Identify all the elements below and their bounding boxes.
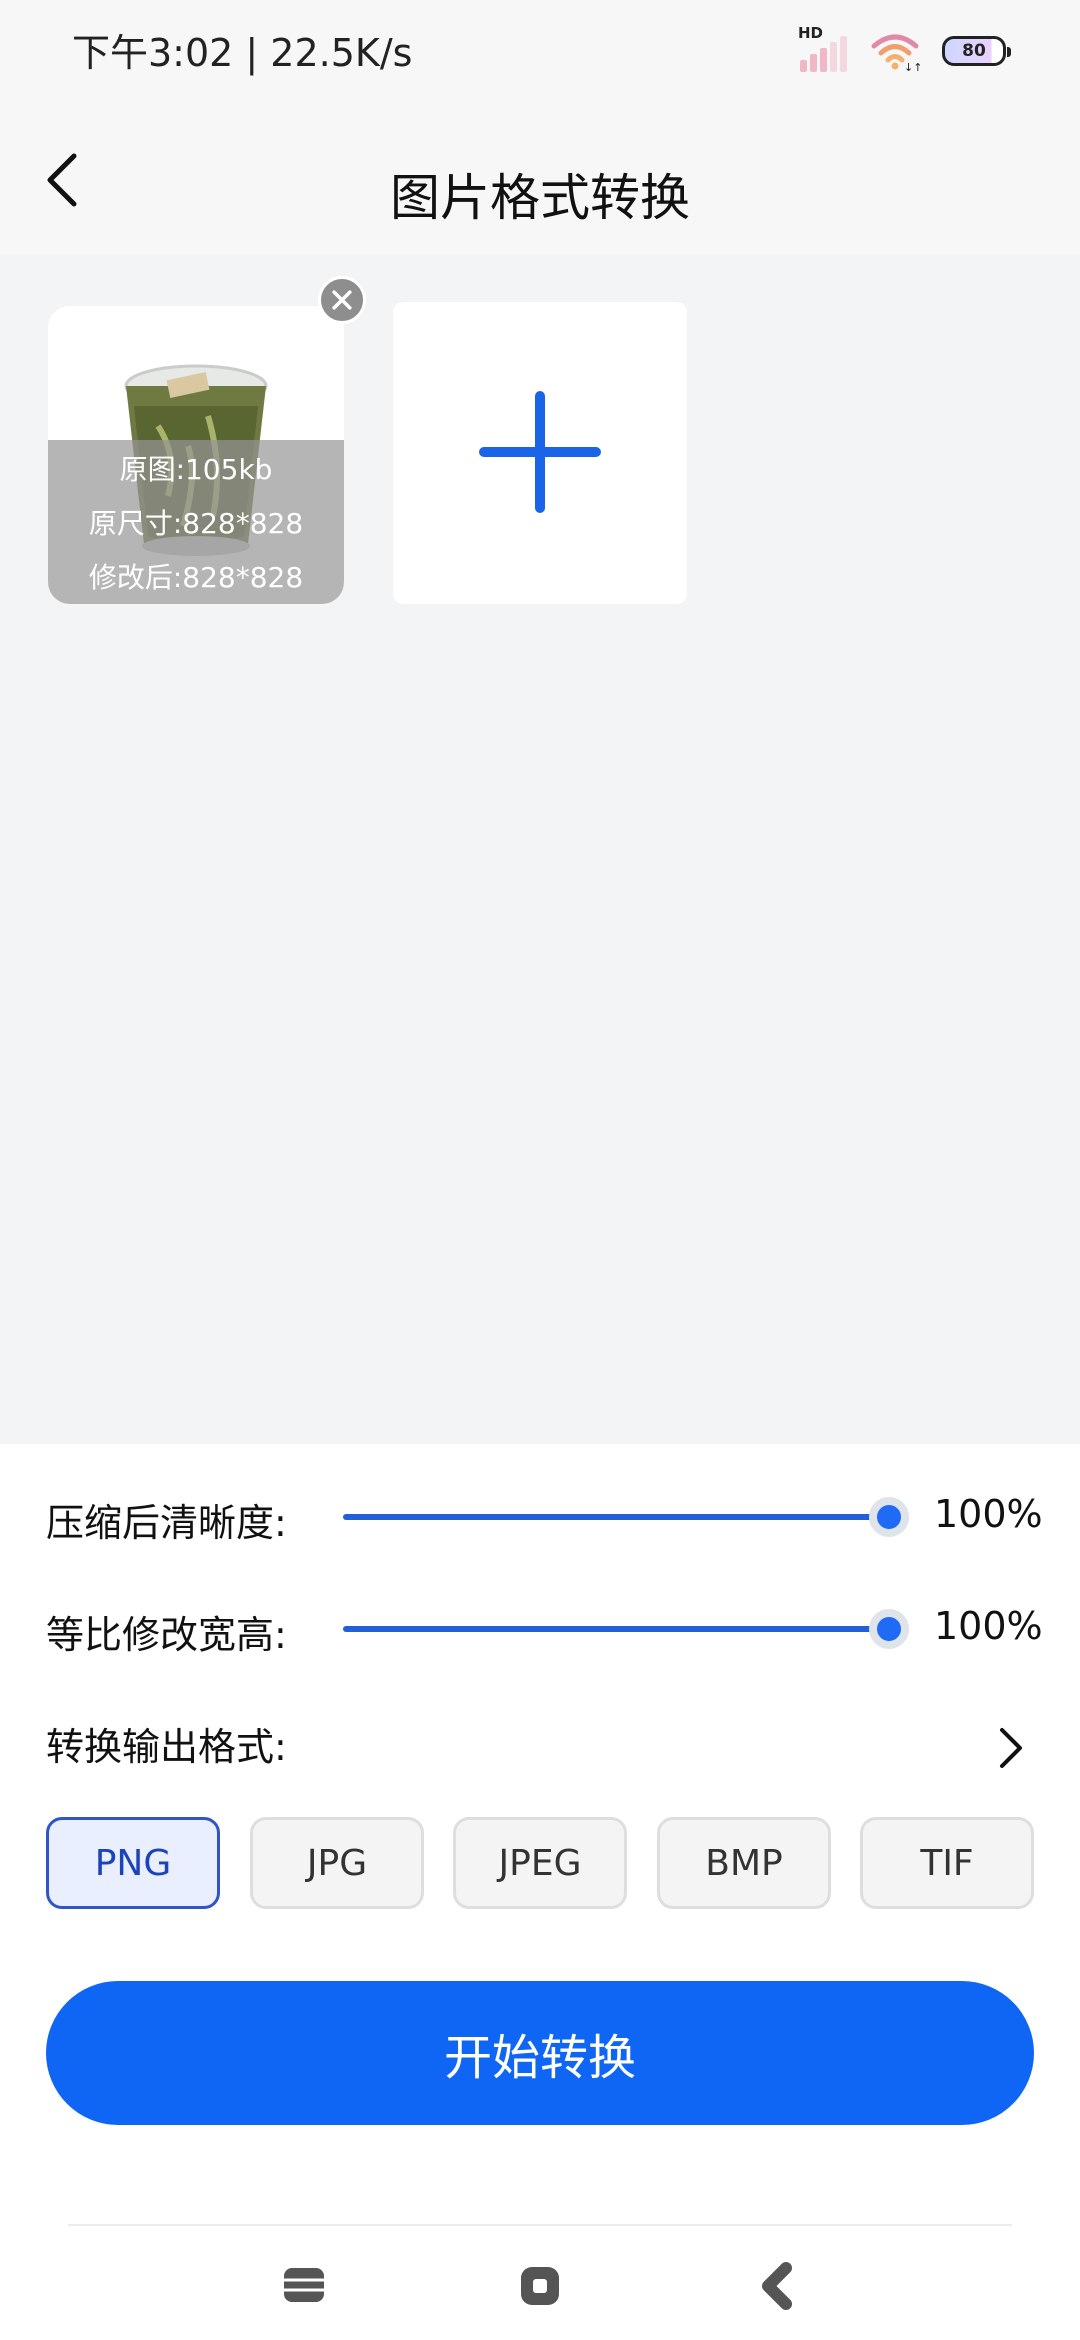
nav-bar: 图片格式转换	[0, 100, 1080, 254]
clarity-value: 100%	[934, 1492, 1043, 1536]
wifi-icon: ↓↑	[871, 34, 920, 72]
clarity-slider-track[interactable]	[343, 1514, 888, 1520]
format-option-jpeg[interactable]: JPEG	[453, 1817, 627, 1909]
add-image-button[interactable]	[393, 302, 687, 604]
hd-badge: HD	[798, 24, 824, 42]
status-icons: HD ↓↑ 80	[798, 24, 1011, 76]
original-dimensions-text: 原尺寸:828*828	[88, 507, 304, 540]
format-option-tif[interactable]: TIF	[860, 1817, 1034, 1909]
status-bar: 下午3:02 | 22.5K/s HD ↓↑ 80	[0, 0, 1080, 100]
scale-value: 100%	[934, 1604, 1043, 1648]
page-title: 图片格式转换	[390, 169, 690, 227]
chevron-right-icon[interactable]	[990, 1720, 1030, 1776]
status-time: 下午3:02 | 22.5K/s	[72, 31, 413, 75]
menu-icon[interactable]	[280, 2264, 328, 2306]
image-thumbnail-card[interactable]: 原图:105kb 原尺寸:828*828 修改后:828*828	[48, 306, 344, 604]
divider	[68, 2224, 1012, 2226]
battery-level: 80	[962, 41, 986, 61]
original-size-text: 原图:105kb	[119, 453, 273, 486]
clarity-slider-knob[interactable]	[869, 1497, 909, 1537]
settings-panel: 压缩后清晰度: 100% 等比修改宽高: 100% 转换输出格式: PNG JP…	[0, 1444, 1080, 2224]
image-list-area: 原图:105kb 原尺寸:828*828 修改后:828*828	[0, 254, 1080, 1444]
image-info: 原图:105kb 原尺寸:828*828 修改后:828*828	[48, 448, 344, 596]
scale-label: 等比修改宽高:	[46, 1613, 287, 1657]
home-icon[interactable]	[518, 2264, 562, 2308]
output-format-label: 转换输出格式:	[46, 1725, 287, 1769]
modified-dimensions-text: 修改后:828*828	[88, 561, 304, 594]
format-option-png[interactable]: PNG	[46, 1817, 220, 1909]
plus-icon	[479, 391, 601, 513]
system-navigation-bar	[0, 2224, 1080, 2340]
clarity-label: 压缩后清晰度:	[46, 1501, 287, 1545]
format-options: PNG JPG JPEG BMP TIF	[46, 1817, 1036, 1909]
start-conversion-button[interactable]: 开始转换	[46, 1981, 1034, 2125]
format-option-jpg[interactable]: JPG	[250, 1817, 424, 1909]
battery-icon: 80	[942, 36, 1011, 66]
signal-icon: HD	[798, 24, 848, 72]
back-nav-icon[interactable]	[756, 2262, 800, 2310]
scale-slider-knob[interactable]	[869, 1609, 909, 1649]
svg-text:↓↑: ↓↑	[904, 61, 920, 72]
scale-slider-track[interactable]	[343, 1626, 888, 1632]
format-option-bmp[interactable]: BMP	[657, 1817, 831, 1909]
close-icon[interactable]	[318, 276, 366, 324]
